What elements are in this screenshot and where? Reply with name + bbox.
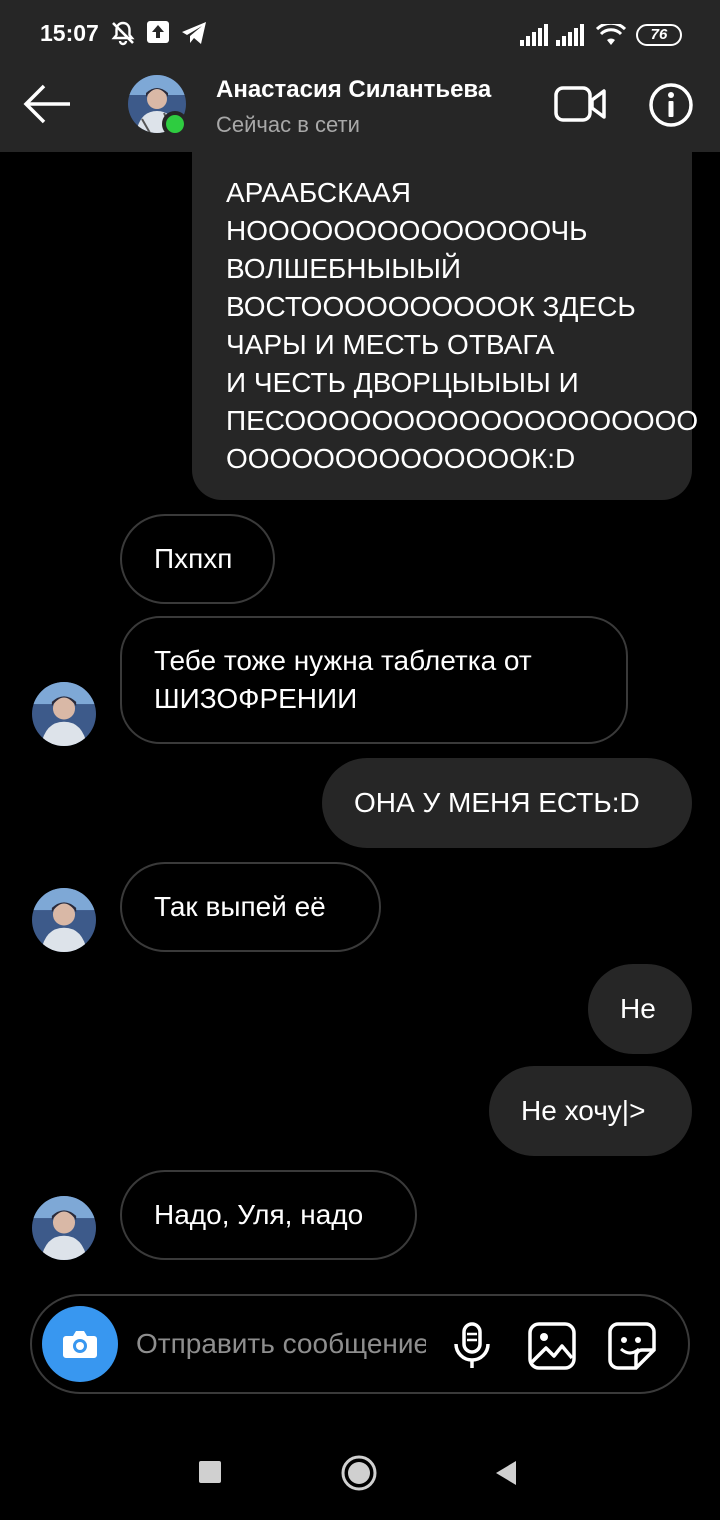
gallery-icon[interactable] bbox=[526, 1320, 578, 1372]
message-composer bbox=[30, 1294, 690, 1394]
recent-apps-icon[interactable] bbox=[198, 1460, 222, 1484]
signal-icon bbox=[520, 24, 548, 46]
signal-icon-2 bbox=[556, 24, 584, 46]
message-bubble-incoming[interactable]: Тебе тоже нужна таблетка от ШИЗОФРЕНИИ bbox=[120, 616, 628, 744]
online-status-dot bbox=[162, 111, 188, 137]
message-bubble-outgoing[interactable]: Не bbox=[588, 964, 692, 1054]
status-time: 15:07 bbox=[40, 20, 99, 46]
sender-avatar[interactable] bbox=[32, 1196, 96, 1260]
home-icon[interactable] bbox=[340, 1454, 378, 1492]
message-bubble-outgoing[interactable]: ОНА У МЕНЯ ЕСТЬ:D bbox=[322, 758, 692, 848]
sender-avatar[interactable] bbox=[32, 682, 96, 746]
chat-header: Анастасия Силантьева Сейчас в сети bbox=[0, 62, 720, 152]
video-call-icon[interactable] bbox=[554, 84, 606, 124]
back-nav-icon[interactable] bbox=[494, 1460, 518, 1486]
message-bubble-outgoing[interactable]: АРААБСКААЯ НООООООООООООООЧЬ ВОЛШЕБНЫЫЫЙ… bbox=[192, 148, 698, 500]
telegram-icon bbox=[182, 22, 206, 44]
upload-icon bbox=[147, 21, 169, 43]
message-input[interactable] bbox=[136, 1320, 426, 1368]
wifi-icon bbox=[596, 24, 626, 45]
message-bubble-incoming[interactable]: Пхпхп bbox=[120, 514, 275, 604]
status-bar: 15:07 76 bbox=[0, 0, 720, 62]
camera-button[interactable] bbox=[42, 1306, 118, 1382]
camera-icon bbox=[63, 1331, 97, 1358]
message-bubble-incoming[interactable]: Так выпей её bbox=[120, 862, 381, 952]
battery-level: 76 bbox=[650, 26, 668, 43]
contact-name[interactable]: Анастасия Силантьева bbox=[216, 76, 491, 104]
message-bubble-incoming[interactable]: Надо, Уля, надо bbox=[120, 1170, 417, 1260]
system-nav-bar bbox=[0, 1420, 720, 1520]
info-icon[interactable] bbox=[648, 82, 694, 128]
mute-notifications-icon bbox=[111, 21, 135, 46]
battery-indicator: 76 bbox=[636, 24, 682, 46]
microphone-icon[interactable] bbox=[446, 1320, 498, 1372]
contact-status: Сейчас в сети bbox=[216, 112, 360, 137]
sticker-icon[interactable] bbox=[606, 1320, 658, 1372]
sender-avatar[interactable] bbox=[32, 888, 96, 952]
message-bubble-outgoing[interactable]: Не хочу|> bbox=[489, 1066, 692, 1156]
back-arrow-icon[interactable] bbox=[22, 82, 74, 126]
